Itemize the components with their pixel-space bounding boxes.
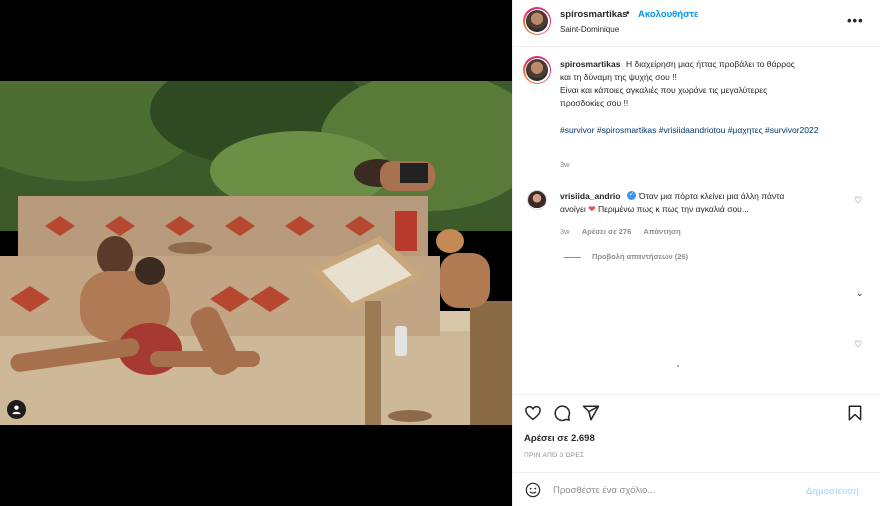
post-header: spirosmartikas • Ακολουθήστε Saint-Domin… (513, 0, 880, 47)
chevron-down-icon[interactable]: ⌄ (856, 288, 864, 299)
post-likes-count[interactable]: Αρέσει σε 2.698 (524, 433, 595, 444)
follow-button[interactable]: Ακολουθήστε (638, 9, 698, 20)
post-viewer: spirosmartikas • Ακολουθήστε Saint-Domin… (0, 0, 880, 506)
comment-like-heart-icon-2[interactable]: ♡ (854, 339, 862, 350)
red-heart-emoji-icon: ❤ (588, 204, 596, 214)
post-actions: Αρέσει σε 2.698 ΠΡΙΝ ΑΠΌ 3 ΏΡΕΣ (513, 394, 880, 472)
comment-likes[interactable]: Αρέσει σε 276 (582, 227, 632, 236)
like-heart-icon[interactable] (524, 404, 542, 422)
caption-username[interactable]: spirosmartikas (560, 59, 620, 69)
commenter-username[interactable]: vrisiida_andrio (560, 191, 620, 201)
author-avatar[interactable] (523, 7, 551, 35)
comment-time[interactable]: 3w (560, 227, 570, 236)
comment-like-heart-icon[interactable]: ♡ (854, 195, 862, 206)
photo-illustration (0, 81, 512, 425)
caption-avatar[interactable] (523, 56, 551, 84)
save-bookmark-icon[interactable] (846, 404, 864, 422)
comment-text-part-b: Περιμένω πως κ πως την αγκαλιά σου... (595, 204, 749, 214)
tagged-users-button[interactable] (7, 400, 26, 419)
media-column (0, 0, 512, 506)
caption-line-4: προσδοκίες σου !! (560, 98, 629, 108)
view-replies-button[interactable]: Προβολή απαντήσεων (26) (564, 252, 688, 261)
comment-text-line-1: Όταν μια πόρτα κλείνει μια άλλη πάντα (639, 191, 785, 201)
comment-meta: 3w Αρέσει σε 276 Απάντηση (560, 227, 691, 236)
post-details-panel: spirosmartikas • Ακολουθήστε Saint-Domin… (512, 0, 880, 506)
post-photo[interactable] (0, 81, 512, 425)
post-location[interactable]: Saint-Dominique (560, 25, 619, 34)
comment-input[interactable] (553, 480, 793, 500)
caption-time[interactable]: 3w (560, 160, 570, 169)
comment-text-line-2: ανοίγει ❤ Περιμένω πως κ πως την αγκαλιά… (560, 204, 749, 215)
post-time-ago[interactable]: ΠΡΙΝ ΑΠΌ 3 ΏΡΕΣ (524, 452, 584, 459)
view-replies-label: Προβολή απαντήσεων (26) (592, 252, 689, 261)
user-icon (12, 405, 21, 415)
verified-badge-icon: ✓ (627, 191, 636, 200)
share-send-icon[interactable] (582, 404, 600, 422)
caption-line-1: Η διαχείρηση μιας ήττας προβάλει το θάρρ… (626, 59, 795, 69)
comment-reply-button[interactable]: Απάντηση (643, 227, 680, 236)
more-options-icon[interactable]: ••• (847, 13, 864, 28)
caption-line-2: και τη δύναμη της ψυχής σου !! (560, 72, 677, 82)
replies-line (564, 256, 581, 258)
loading-dot (677, 365, 679, 367)
emoji-smiley-icon[interactable] (525, 482, 541, 498)
post-comment-button[interactable]: Δημοσίευση (806, 486, 859, 496)
comment-bubble-icon[interactable] (553, 404, 571, 422)
author-username[interactable]: spirosmartikas (560, 9, 628, 20)
header-separator: • (626, 8, 630, 19)
caption-hashtags[interactable]: #survivor #spirosmartikas #vrisiidaandri… (560, 124, 830, 137)
commenter-avatar[interactable] (527, 190, 547, 210)
comment-text-part-a: ανοίγει (560, 204, 586, 214)
caption-line-3: Είναι και κάποιες αγκαλιές που χωράνε τι… (560, 85, 768, 95)
add-comment-bar: Δημοσίευση (513, 472, 880, 506)
